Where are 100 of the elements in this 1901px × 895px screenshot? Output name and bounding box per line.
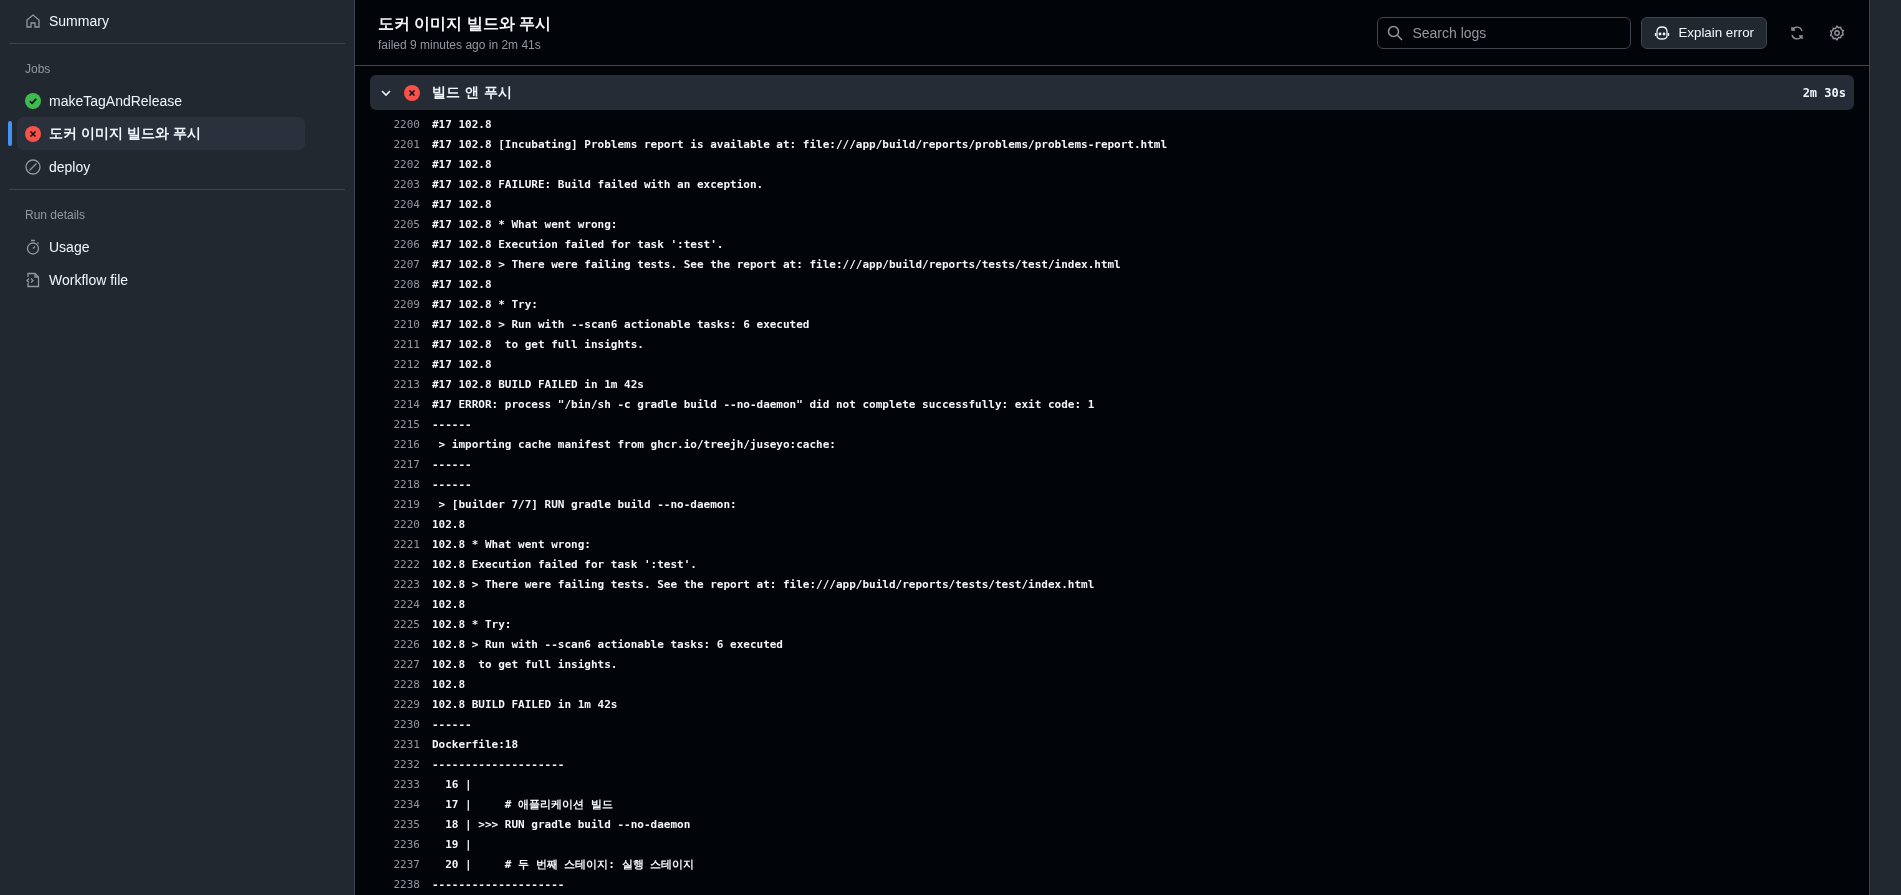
line-number: 2201 [392,137,420,153]
log-line: #17 102.8 Execution failed for task ':test'. [432,237,724,253]
stopwatch-icon [25,238,41,255]
line-number: 2213 [392,377,420,393]
log-line: 19 | [444,837,472,853]
run-details-link[interactable]: Workflow file [17,263,305,296]
run-details-link[interactable]: Usage [17,230,305,263]
line-number: 2222 [392,557,420,573]
line-number: 2218 [392,477,420,493]
line-number: 2203 [392,177,420,193]
log-line: > importing cache manifest from ghcr.io/treejh/juseyo:cache: [437,437,836,453]
line-number: 2208 [392,277,420,293]
summary-link[interactable]: Summary [17,4,305,37]
log-line: 16 | [444,777,472,793]
step-title: 빌드 앤 푸시 [432,83,513,102]
line-number: 2219 [392,497,420,513]
line-number: 2207 [392,257,420,273]
log-line: 102.8 * What went wrong: [432,537,591,553]
log-line: #17 102.8 > Run with --scan6 actionable tasks: 6 executed [432,317,810,333]
log-line: #17 102.8 [432,277,492,293]
line-number: 2225 [392,617,420,633]
copilot-icon [1654,24,1671,41]
section-heading: Jobs [24,61,52,78]
home-icon [25,12,41,29]
log-line: 102.8 > Run with --scan6 actionable tasks: 6 executed [432,637,783,653]
log-line: 102.8 > There were failing tests. See the report at: file:///app/build/reports/tests/test/index.html [432,577,1095,593]
log-line: #17 102.8 BUILD FAILED in 1m 42s [432,377,644,393]
log-line: ------ [432,417,472,433]
line-number: 2212 [392,357,420,373]
log-line: #17 102.8 [432,197,492,213]
line-number: 2210 [392,317,420,333]
line-number: 2204 [392,197,420,213]
log-line: #17 102.8 [432,157,492,173]
line-number: 2223 [392,577,420,593]
log-line: 20 | # 두 번째 스테이지: 실행 스테이지 [444,857,695,873]
line-number: 2221 [392,537,420,553]
log-line: #17 102.8 to get full insights. [432,337,644,353]
line-number: 2220 [392,517,420,533]
step-duration: 2m 30s [1802,85,1846,100]
line-number: 2238 [392,877,420,893]
log-line: ------ [432,457,472,473]
log-line: 18 | >>> RUN gradle build --no-daemon [444,817,691,833]
line-number: 2214 [392,397,420,413]
line-number: 2209 [392,297,420,313]
log-line: ------ [432,717,472,733]
log-line: #17 102.8 [Incubating] Problems report is available at: file:///app/build/reports/problems/problems-report.html [432,137,1168,153]
line-number: 2232 [392,757,420,773]
scrollbar[interactable] [1869,0,1901,895]
log-line: > [builder 7/7] RUN gradle build --no-daemon: [437,497,737,513]
step-header[interactable]: 빌드 앤 푸시 2m 30s [370,75,1854,110]
line-number: 2217 [392,457,420,473]
line-number: 2233 [392,777,420,793]
log-line: #17 ERROR: process "/bin/sh -c gradle build --no-daemon" did not complete successfully: exit code: 1 [432,397,1095,413]
line-number: 2228 [392,677,420,693]
log-line: Dockerfile:18 [432,737,519,753]
log-line: #17 102.8 * Try: [432,297,538,313]
line-number: 2215 [392,417,420,433]
failure-x-icon [404,84,420,101]
search-field[interactable]: Search logs [1377,16,1632,49]
code-file-icon [25,271,41,288]
log-line: -------------------- [432,757,565,773]
log-line: #17 102.8 * What went wrong: [432,217,618,233]
skipped-slash-icon [25,158,41,175]
line-number: 2206 [392,237,420,253]
section-heading: Run details [24,207,87,224]
log-line: 102.8 [432,597,466,613]
line-number: 2200 [392,117,420,133]
log-line: 17 | # 애플리케이션 빌드 [444,797,613,813]
log-line: 102.8 to get full insights. [432,657,618,673]
job-title: 도커 이미지 빌드와 푸시 [378,13,553,34]
log-line: 102.8 [432,517,466,533]
success-check-icon [25,92,41,109]
line-number: 2211 [392,337,420,353]
log-line: 102.8 Execution failed for task ':test'. [432,557,697,573]
line-number: 2237 [392,857,420,873]
search-icon [1387,24,1404,41]
line-number: 2224 [392,597,420,613]
line-number: 2226 [392,637,420,653]
log-line: 102.8 [432,677,466,693]
log-line: 102.8 * Try: [432,617,512,633]
line-number: 2229 [392,697,420,713]
line-number: 2231 [392,737,420,753]
line-number: 2227 [392,657,420,673]
log-line: -------------------- [432,877,565,893]
line-number: 2202 [392,157,420,173]
log-line: #17 102.8 [432,357,492,373]
log-line: #17 102.8 FAILURE: Build failed with an exception. [432,177,764,193]
log-line: #17 102.8 [432,117,492,133]
line-number: 2205 [392,217,420,233]
failure-x-icon [25,125,41,142]
line-number: 2235 [392,817,420,833]
job-item[interactable]: makeTagAndRelease [17,84,305,117]
line-number: 2230 [392,717,420,733]
job-status-text: failed 9 minutes ago in 2m 41s [378,37,542,52]
job-item[interactable]: deploy [17,150,305,183]
log-line: #17 102.8 > There were failing tests. See the report at: file:///app/build/reports/tests/test/index.html [432,257,1121,273]
log-line: 102.8 BUILD FAILED in 1m 42s [432,697,618,713]
explain-error-button[interactable]: Explain error [1641,16,1767,49]
line-number: 2236 [392,837,420,853]
line-number: 2234 [392,797,420,813]
